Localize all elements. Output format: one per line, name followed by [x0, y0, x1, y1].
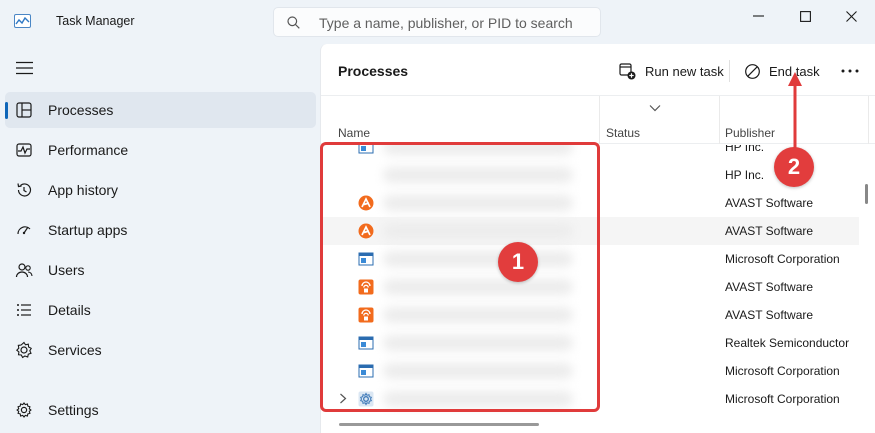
details-icon [17, 304, 31, 316]
annotation-arrow-icon [788, 72, 802, 148]
run-new-task-label: Run new task [645, 63, 724, 79]
app-title: Task Manager [56, 14, 135, 28]
hamburger-menu-icon[interactable] [16, 61, 33, 75]
active-indicator [5, 102, 8, 119]
sidebar-item-label: Processes [48, 102, 114, 118]
sidebar-item-details[interactable]: Details [5, 292, 316, 328]
maximize-button[interactable] [782, 3, 828, 29]
sidebar-item-startup-apps[interactable]: Startup apps [5, 212, 316, 248]
publisher-cell: Microsoft Corporation [725, 364, 840, 378]
sidebar-item-performance[interactable]: Performance [5, 132, 316, 168]
sidebar: Processes Performance App history Startu… [0, 44, 320, 433]
close-icon [845, 10, 857, 22]
publisher-cell: HP Inc. [725, 168, 765, 182]
publisher-cell: AVAST Software [725, 280, 814, 294]
sidebar-item-settings[interactable]: Settings [5, 392, 316, 428]
maximize-icon [799, 10, 811, 22]
column-name[interactable]: Name [338, 126, 370, 140]
column-separator [868, 96, 869, 144]
publisher-cell: Microsoft Corporation [725, 252, 840, 266]
sidebar-item-processes[interactable]: Processes [5, 92, 316, 128]
sidebar-item-label: Users [48, 262, 85, 278]
search-input[interactable] [319, 13, 589, 32]
run-new-task-icon [619, 62, 636, 79]
processes-icon [16, 102, 32, 118]
horizontal-scrollbar[interactable] [339, 423, 539, 426]
sidebar-item-label: Startup apps [48, 222, 128, 238]
publisher-cell: Realtek Semiconductor [725, 336, 850, 350]
settings-icon [16, 402, 32, 418]
sidebar-item-label: Settings [48, 402, 99, 418]
sidebar-item-label: Details [48, 302, 91, 318]
column-separator [719, 96, 720, 144]
vertical-scrollbar[interactable] [865, 184, 868, 204]
publisher-cell: AVAST Software [725, 224, 814, 238]
performance-icon [16, 143, 32, 157]
close-button[interactable] [828, 3, 874, 29]
publisher-cell: AVAST Software [725, 308, 814, 322]
page-title: Processes [338, 63, 409, 79]
users-icon [15, 263, 33, 278]
column-status[interactable]: Status [606, 126, 640, 140]
more-options-icon[interactable] [839, 66, 861, 76]
sidebar-item-users[interactable]: Users [5, 252, 316, 288]
annotation-badge-2: 2 [774, 147, 814, 187]
publisher-cell: Microsoft Corporation [725, 392, 840, 406]
publisher-cell: AVAST Software [725, 196, 814, 210]
column-separator [599, 96, 600, 144]
services-icon [15, 341, 32, 359]
title-bar: Task Manager [0, 0, 875, 44]
search-box[interactable] [273, 7, 601, 37]
minimize-button[interactable] [735, 3, 781, 29]
chevron-down-icon[interactable] [649, 104, 661, 112]
annotation-highlight-box [320, 142, 600, 412]
sidebar-item-services[interactable]: Services [5, 332, 316, 368]
toolbar-divider [729, 60, 730, 82]
sidebar-item-app-history[interactable]: App history [5, 172, 316, 208]
column-publisher[interactable]: Publisher [725, 126, 775, 140]
publisher-cell: HP Inc. [725, 145, 765, 154]
app-history-icon [17, 183, 32, 197]
startup-apps-icon [17, 226, 31, 235]
sidebar-item-label: App history [48, 182, 119, 198]
sidebar-item-label: Services [48, 342, 102, 358]
run-new-task-button[interactable]: Run new task [619, 57, 724, 85]
minimize-icon [752, 15, 764, 17]
search-icon [287, 16, 300, 29]
annotation-badge-1: 1 [498, 242, 538, 282]
task-manager-icon [14, 14, 31, 28]
sidebar-item-label: Performance [48, 142, 129, 158]
end-task-icon [745, 63, 760, 79]
